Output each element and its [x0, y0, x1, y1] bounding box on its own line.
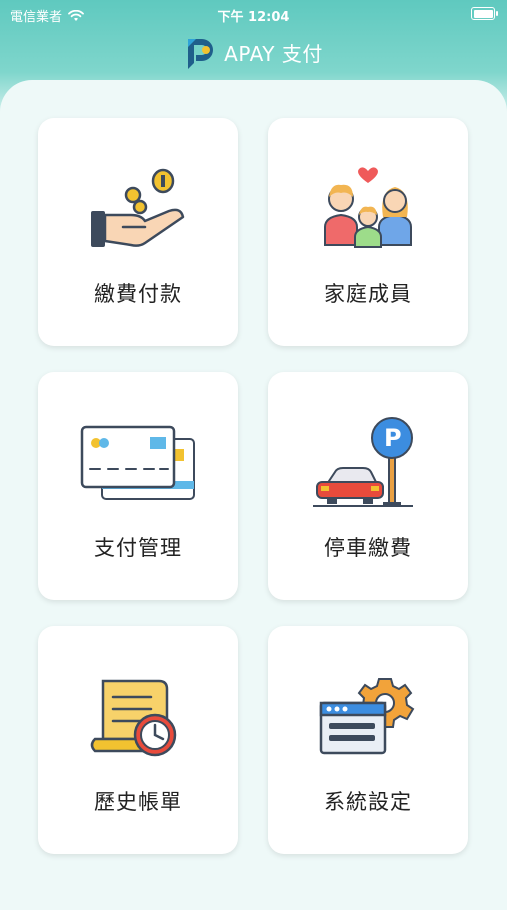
menu-tile-payment[interactable]: 繳費付款: [38, 118, 238, 346]
hand-coins-icon: [83, 160, 193, 260]
clock: 下午 12:04: [217, 10, 290, 25]
battery-icon: [471, 7, 498, 20]
svg-text:P: P: [384, 424, 402, 452]
menu-label: 繳費付款: [94, 282, 182, 306]
apay-logo-icon: [188, 39, 214, 69]
credit-cards-icon: [78, 414, 198, 514]
settings-icon: [313, 668, 423, 768]
menu-tile-family[interactable]: 家庭成員: [268, 118, 468, 346]
app-title: APAY 支付: [224, 41, 323, 66]
bill-history-icon: [83, 668, 193, 768]
menu-tile-bill-history[interactable]: 歷史帳單: [38, 626, 238, 854]
parking-car-icon: P: [313, 414, 423, 514]
menu-label: 支付管理: [94, 536, 182, 560]
menu-label: 家庭成員: [324, 282, 412, 306]
menu-label: 系統設定: [324, 790, 412, 814]
menu-tile-parking[interactable]: P 停車繳費: [268, 372, 468, 600]
menu-label: 停車繳費: [324, 536, 412, 560]
app-header: APAY 支付: [0, 30, 507, 74]
family-icon: [313, 160, 423, 260]
status-bar: 電信業者 下午 12:04: [0, 0, 507, 28]
menu-label: 歷史帳單: [94, 790, 182, 814]
menu-tile-settings[interactable]: 系統設定: [268, 626, 468, 854]
menu-tile-payment-management[interactable]: 支付管理: [38, 372, 238, 600]
